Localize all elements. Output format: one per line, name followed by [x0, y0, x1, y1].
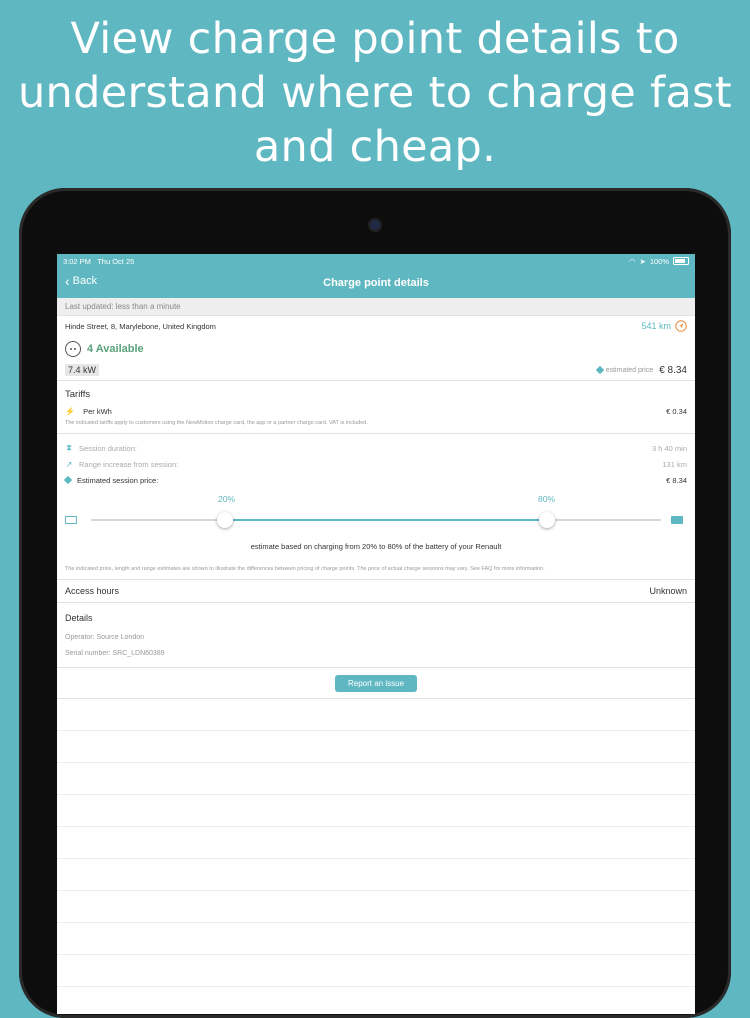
empty-row	[57, 795, 695, 827]
access-hours-value: Unknown	[649, 586, 687, 596]
tablet-device: 3:02 PM Thu Oct 25 ◠ ➤ 100% ‹ Back Charg…	[19, 188, 731, 1018]
estimated-price-label: estimated price	[605, 366, 654, 374]
empty-row	[57, 891, 695, 923]
per-kwh-label: Per kWh	[83, 406, 112, 416]
headline-line-2: understand where to charge fast	[18, 68, 732, 118]
back-label: Back	[72, 275, 98, 287]
report-issue-button[interactable]: Report an issue	[334, 674, 418, 692]
headline-line-3: and cheap.	[253, 122, 497, 172]
address-text: Hinde Street, 8, Marylebone, United King…	[65, 321, 216, 331]
empty-row	[57, 859, 695, 891]
range-increase-value: 131 km	[662, 459, 687, 469]
page-title: Charge point details	[323, 277, 429, 289]
location-arrow-icon: ➤	[639, 256, 646, 266]
slider-low-label: 20%	[218, 494, 236, 504]
status-time: 3:02 PM	[63, 256, 91, 266]
address-row[interactable]: Hinde Street, 8, Marylebone, United King…	[57, 316, 695, 336]
battery-icon	[673, 257, 689, 265]
trend-arrow-icon: ↗	[65, 459, 73, 469]
slider-high-label: 80%	[538, 494, 556, 504]
price-tag-icon	[63, 475, 73, 485]
price-disclaimer: The indicated price, length and range es…	[57, 562, 695, 580]
empty-row	[57, 923, 695, 955]
estimated-price: estimated price € 8.34	[595, 364, 687, 376]
distance[interactable]: 541 km	[641, 320, 687, 332]
power-row: 7.4 kW estimated price € 8.34	[57, 362, 695, 381]
bolt-icon: ⚡	[65, 406, 75, 416]
hourglass-icon: ⧗	[66, 443, 72, 452]
report-row: Report an issue	[57, 667, 695, 699]
distance-value: 541 km	[641, 321, 671, 331]
wifi-icon: ◠	[628, 256, 636, 266]
range-increase-label: Range increase from session:	[79, 459, 179, 469]
headline: View charge point details to understand …	[0, 12, 750, 174]
tariff-row: ⚡ Per kWh € 0.34	[57, 404, 695, 418]
camera-icon	[370, 220, 380, 230]
navigate-icon[interactable]	[675, 320, 687, 332]
battery-low-icon	[65, 516, 77, 524]
range-increase-row: ↗ Range increase from session: 131 km	[57, 456, 695, 472]
slider-selected-range	[225, 519, 547, 521]
battery-full-icon	[671, 516, 683, 524]
estimate-description: estimate based on charging from 20% to 8…	[250, 542, 502, 551]
back-button[interactable]: ‹ Back	[65, 273, 98, 289]
status-bar: 3:02 PM Thu Oct 25 ◠ ➤ 100%	[57, 254, 695, 268]
access-hours-label: Access hours	[65, 586, 120, 596]
headline-line-1: View charge point details to	[70, 14, 680, 64]
empty-row	[57, 731, 695, 763]
operator-text: Operator: Source London	[65, 633, 144, 641]
app-screen: 3:02 PM Thu Oct 25 ◠ ➤ 100% ‹ Back Charg…	[57, 254, 695, 1014]
empty-row	[57, 827, 695, 859]
session-price-label: Estimated session price:	[77, 475, 159, 485]
price-tag-icon	[595, 365, 604, 375]
battery-range-slider[interactable]: 20% 80%	[57, 494, 695, 534]
serial-number-text: Serial number: SRC_LDN60389	[65, 649, 165, 657]
availability-status: 4 Available	[87, 343, 144, 355]
availability-row: 4 Available	[57, 336, 695, 362]
chevron-left-icon: ‹	[65, 273, 70, 289]
status-date: Thu Oct 25	[97, 256, 135, 266]
empty-row	[57, 699, 695, 731]
plug-socket-icon	[65, 341, 81, 357]
access-hours-row: Access hours Unknown	[57, 580, 695, 603]
session-price-value: € 8.34	[666, 475, 687, 485]
estimated-price-value: € 8.34	[659, 364, 687, 376]
navigation-bar: ‹ Back Charge point details	[57, 268, 695, 298]
session-duration-value: 3 h 40 min	[651, 443, 687, 453]
tariffs-title: Tariffs	[65, 389, 91, 400]
session-duration-row: ⧗ Session duration: 3 h 40 min	[57, 440, 695, 456]
session-duration-label: Session duration:	[79, 443, 137, 453]
power-badge: 7.4 kW	[65, 364, 100, 376]
details-title: Details	[65, 613, 93, 623]
slider-high-handle[interactable]	[539, 512, 555, 528]
empty-row	[57, 763, 695, 795]
session-price-row: Estimated session price: € 8.34	[57, 472, 695, 488]
slider-low-handle[interactable]	[217, 512, 233, 528]
last-updated: Last updated: less than a minute	[57, 298, 695, 316]
empty-row	[57, 955, 695, 987]
battery-percent: 100%	[649, 256, 669, 266]
tariffs-note: The indicated tariffs apply to customers…	[57, 418, 695, 434]
per-kwh-value: € 0.34	[666, 406, 687, 416]
